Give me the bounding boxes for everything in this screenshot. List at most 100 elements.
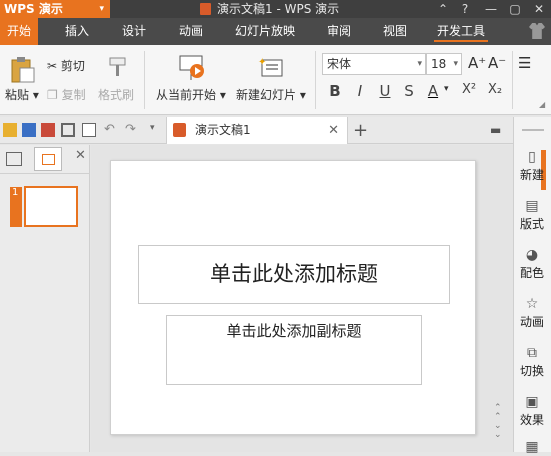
more-tasks-icon[interactable]: ▦ bbox=[513, 440, 551, 456]
scissors-icon: ✂ bbox=[47, 59, 58, 73]
close-tab-icon[interactable]: ✕ bbox=[328, 117, 339, 144]
task-color-label: 配色 bbox=[519, 266, 544, 280]
tab-insert[interactable]: 插入 bbox=[58, 18, 96, 45]
chevron-down-icon: ▾ bbox=[417, 59, 422, 69]
window-title: 演示文稿1 - WPS 演示 bbox=[200, 0, 339, 18]
font-name-value: 宋体 bbox=[327, 57, 352, 71]
chevron-down-icon[interactable]: ▾ bbox=[150, 123, 155, 133]
paste-icon[interactable] bbox=[10, 56, 36, 84]
chevron-down-icon[interactable]: ▾ bbox=[444, 84, 449, 94]
font-name-select[interactable]: 宋体 ▾ bbox=[322, 53, 426, 75]
slide-thumbnail[interactable] bbox=[24, 186, 78, 227]
document-tab[interactable]: 演示文稿1 ✕ bbox=[166, 117, 348, 144]
copy-button[interactable]: ❐ 复制 bbox=[47, 86, 86, 103]
ribbon-toggle-icon[interactable]: ⌃ bbox=[432, 0, 454, 18]
undo-icon[interactable]: ↶ bbox=[104, 122, 115, 137]
task-layout-label: 版式 bbox=[519, 217, 544, 231]
scroll-prev-next-icon[interactable]: ⌃ ⌃ ⌄ ⌄ bbox=[494, 404, 502, 440]
app-menu-button[interactable]: WPS 演示 ▾ bbox=[0, 0, 110, 18]
task-layout-button[interactable]: ▤ 版式 bbox=[513, 199, 551, 232]
tab-home[interactable]: 开始 bbox=[0, 18, 38, 45]
save-icon[interactable] bbox=[22, 123, 36, 137]
help-button[interactable]: ? bbox=[454, 0, 476, 18]
tab-slideshow[interactable]: 幻灯片放映 bbox=[228, 18, 302, 45]
strikethrough-button[interactable]: S bbox=[400, 82, 418, 100]
layout-icon: ▤ bbox=[525, 198, 539, 214]
format-painter-button[interactable]: 格式刷 bbox=[98, 86, 134, 103]
window-title-text: 演示文稿1 - WPS 演示 bbox=[217, 2, 340, 16]
underline-button[interactable]: U bbox=[376, 82, 394, 100]
divider bbox=[144, 51, 145, 109]
ribbon-tabs: 开始 插入 设计 动画 幻灯片放映 审阅 视图 开发工具 bbox=[0, 18, 551, 45]
new-slide-button[interactable]: 新建幻灯片 ▾ bbox=[236, 86, 306, 103]
grow-font-button[interactable]: A⁺ bbox=[468, 54, 486, 72]
tab-review[interactable]: 审阅 bbox=[320, 18, 358, 45]
slides-tab-icon[interactable] bbox=[34, 147, 62, 171]
close-button[interactable]: ✕ bbox=[528, 0, 550, 18]
task-effect-label: 效果 bbox=[519, 413, 544, 427]
presentation-icon bbox=[173, 123, 186, 137]
superscript-button[interactable]: X² bbox=[458, 82, 480, 97]
document-icon: ▯ bbox=[528, 149, 536, 165]
cut-button[interactable]: ✂ 剪切 bbox=[47, 57, 85, 74]
close-panel-icon[interactable]: ✕ bbox=[75, 148, 86, 163]
task-animation-button[interactable]: ☆ 动画 bbox=[513, 297, 551, 330]
shrink-font-button[interactable]: A⁻ bbox=[488, 54, 506, 72]
new-slide-icon[interactable]: ✦ bbox=[258, 56, 284, 80]
font-size-value: 18 bbox=[431, 57, 447, 71]
open-folder-icon[interactable] bbox=[3, 123, 17, 137]
slide-number: 1 bbox=[10, 187, 22, 227]
print-icon[interactable] bbox=[61, 123, 75, 137]
palette-icon: ◕ bbox=[525, 247, 539, 263]
from-current-button[interactable]: 从当前开始 ▾ bbox=[156, 86, 226, 103]
task-transition-button[interactable]: ⧉ 切换 bbox=[513, 346, 551, 379]
paste-button[interactable]: 粘贴 ▾ bbox=[5, 86, 39, 103]
tab-design[interactable]: 设计 bbox=[115, 18, 153, 45]
presentation-icon bbox=[200, 3, 211, 15]
bold-button[interactable]: B bbox=[326, 82, 344, 100]
tab-animation[interactable]: 动画 bbox=[172, 18, 210, 45]
chevron-down-icon: ▾ bbox=[99, 4, 104, 14]
outline-tab-icon[interactable] bbox=[6, 152, 22, 166]
tab-view[interactable]: 视图 bbox=[376, 18, 414, 45]
divider bbox=[512, 51, 513, 109]
skin-icon[interactable] bbox=[529, 23, 545, 39]
subtitle-placeholder[interactable]: 单击此处添加副标题 bbox=[166, 315, 422, 385]
paste-label: 粘贴 bbox=[5, 88, 30, 102]
redo-icon[interactable]: ↷ bbox=[125, 122, 136, 137]
task-new-label: 新建 bbox=[519, 168, 544, 182]
minimize-button[interactable]: — bbox=[480, 0, 502, 18]
slideshow-from-current-icon[interactable] bbox=[178, 54, 206, 82]
divider bbox=[0, 173, 90, 174]
divider bbox=[522, 129, 544, 131]
new-tab-button[interactable]: + bbox=[353, 117, 368, 144]
task-animation-label: 动画 bbox=[519, 315, 544, 329]
format-painter-icon[interactable] bbox=[106, 55, 130, 79]
title-bar: WPS 演示 ▾ 演示文稿1 - WPS 演示 ⌃ ? — ▢ ✕ bbox=[0, 0, 551, 18]
font-size-select[interactable]: 18 ▾ bbox=[426, 53, 462, 75]
divider bbox=[315, 51, 316, 109]
subscript-button[interactable]: X₂ bbox=[484, 82, 506, 97]
maximize-button[interactable]: ▢ bbox=[504, 0, 526, 18]
from-current-label: 从当前开始 bbox=[156, 88, 217, 102]
new-slide-label: 新建幻灯片 bbox=[236, 88, 297, 102]
star-icon: ☆ bbox=[525, 296, 539, 312]
task-effect-button[interactable]: ▣ 效果 bbox=[513, 395, 551, 428]
document-tab-label: 演示文稿1 bbox=[195, 123, 251, 137]
tab-developer[interactable]: 开发工具 bbox=[430, 18, 492, 45]
list-icon[interactable]: ☰ bbox=[518, 54, 531, 72]
tab-menu-icon[interactable]: ▬ bbox=[490, 123, 501, 137]
expand-icon[interactable]: ◢ bbox=[539, 100, 545, 109]
print-preview-icon[interactable] bbox=[82, 123, 96, 137]
copy-label: 复制 bbox=[61, 88, 86, 102]
task-color-button[interactable]: ◕ 配色 bbox=[513, 248, 551, 281]
task-new-button[interactable]: ▯ 新建 bbox=[513, 150, 551, 183]
font-color-button[interactable]: A bbox=[424, 82, 442, 100]
italic-button[interactable]: I bbox=[351, 82, 369, 100]
task-transition-label: 切换 bbox=[519, 364, 544, 378]
quick-access-bar: ↶ ↷ ▾ 演示文稿1 ✕ + ▬ bbox=[0, 117, 513, 144]
export-pdf-icon[interactable] bbox=[41, 123, 55, 137]
app-name: WPS 演示 bbox=[4, 2, 63, 16]
title-placeholder[interactable]: 单击此处添加标题 bbox=[138, 245, 450, 304]
chevron-down-icon: ▾ bbox=[453, 59, 458, 69]
